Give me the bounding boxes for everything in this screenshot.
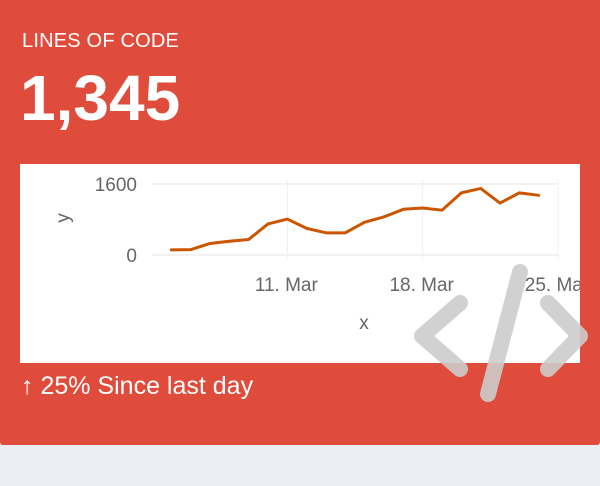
delta-label: 25% Since last day (40, 372, 254, 400)
x-axis-label: x (359, 313, 369, 334)
up-arrow-icon: ↑ (21, 372, 34, 400)
line-chart: 1600 0 11. Mar 18. Mar 25. Mar y x (53, 175, 580, 334)
y-tick-label: 1600 (95, 175, 137, 196)
chart-panel: 1600 0 11. Mar 18. Mar 25. Mar y x (20, 164, 580, 363)
x-tick-label: 11. Mar (255, 275, 319, 296)
card-value: 1,345 (20, 62, 181, 134)
delta-text: ↑ 25% Since last day (21, 372, 253, 401)
lines-of-code-card: LINES OF CODE 1,345 1600 0 11. Mar 18. Mar 2… (0, 0, 600, 445)
x-tick-label: 18. Mar (389, 275, 454, 296)
x-tick-label: 25. Mar (525, 275, 580, 296)
y-axis-label: y (53, 213, 74, 223)
y-tick-label: 0 (126, 246, 137, 267)
series-line (169, 186, 541, 252)
card-title: LINES OF CODE (22, 30, 180, 52)
